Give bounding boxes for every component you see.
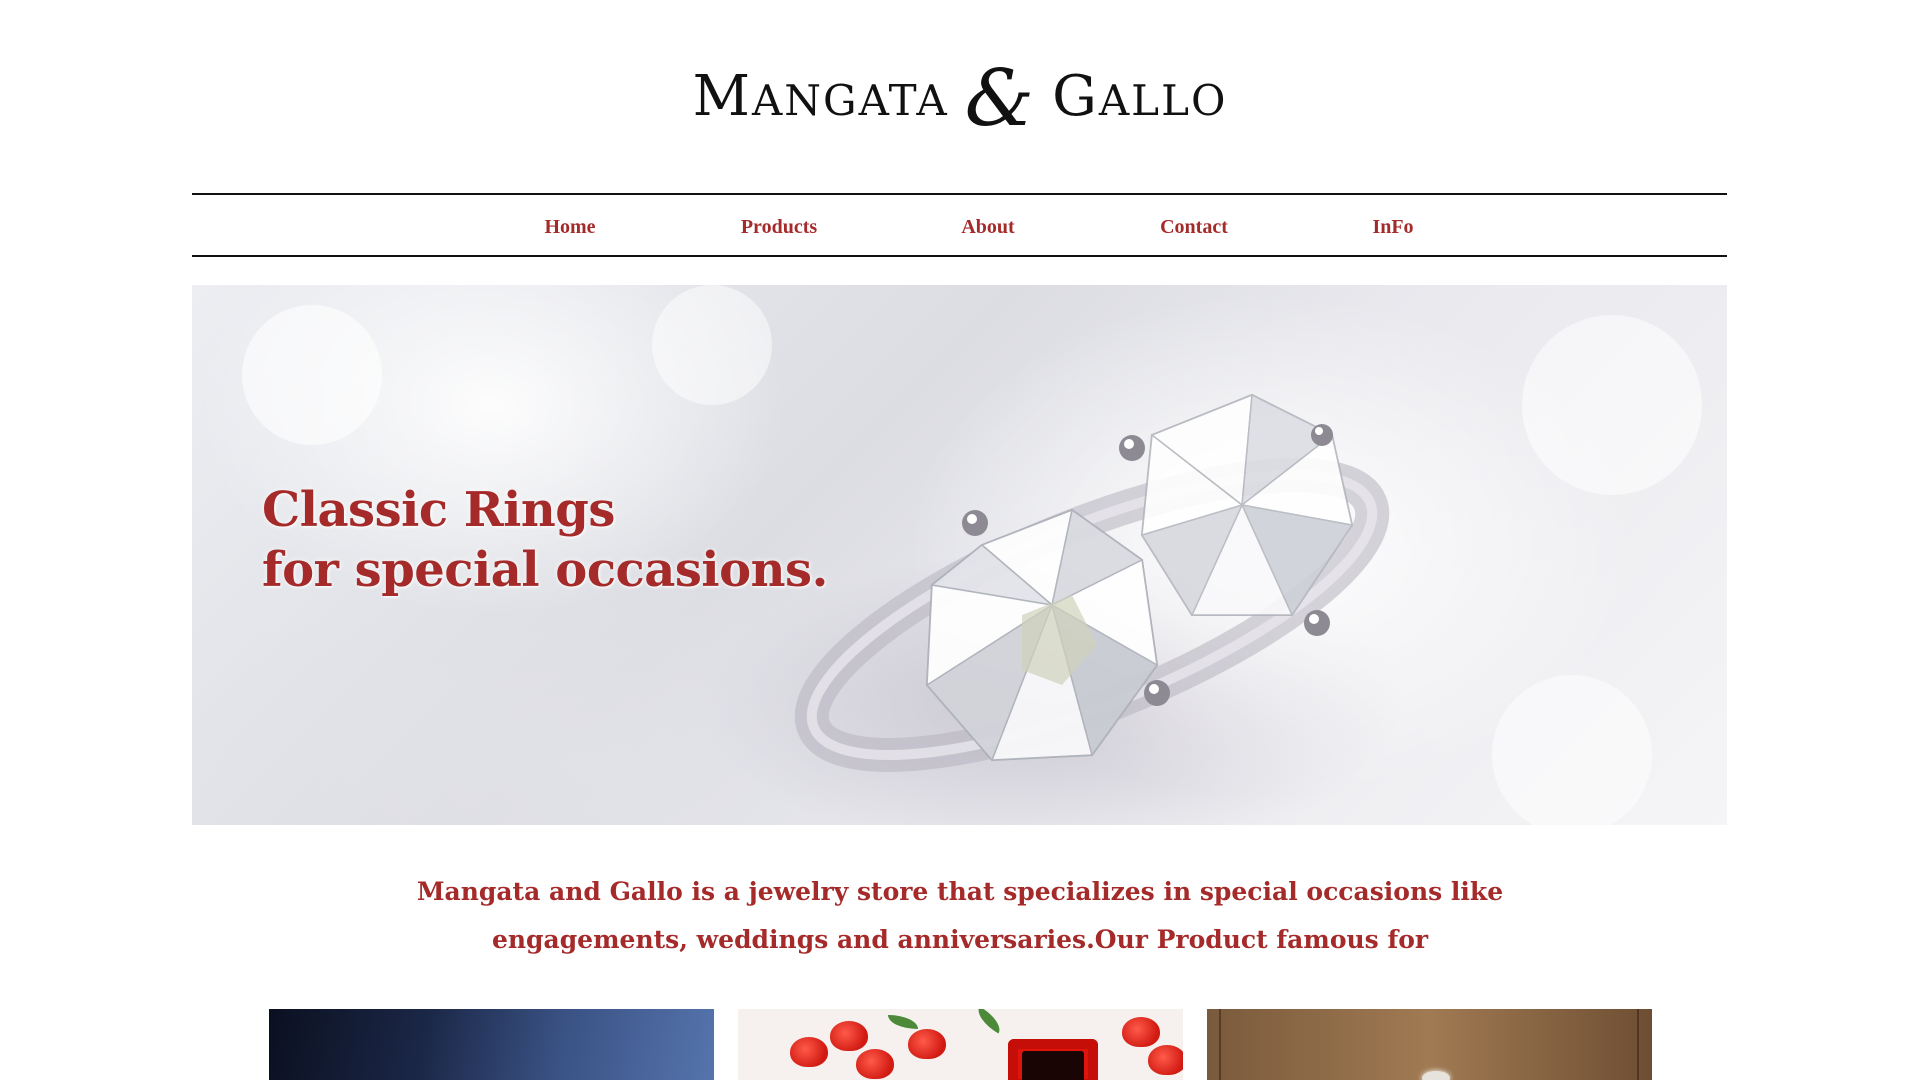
brand-second-initial: G (1052, 64, 1099, 129)
main-nav: Home Products About Contact InFo (192, 193, 1727, 257)
brand-second-rest: ALLO (1098, 76, 1228, 125)
ring-sparkle (1422, 1071, 1450, 1080)
intro-paragraph: Mangata and Gallo is a jewelry store tha… (416, 877, 1504, 954)
leaf-decoration (888, 1015, 918, 1029)
leaf-decoration (972, 1009, 1006, 1034)
nav-products-link[interactable]: Products (741, 216, 817, 239)
rose-decoration (908, 1029, 946, 1059)
brand-logo[interactable]: MANGATA & GALLO (0, 60, 1920, 138)
product-thumbnail-1[interactable] (269, 1009, 714, 1080)
hero-headline-line1: Classic Rings (262, 482, 615, 538)
product-thumbnail-2[interactable] (738, 1009, 1183, 1080)
rose-decoration (830, 1021, 868, 1051)
brand-ampersand: & (964, 54, 1037, 144)
rose-decoration (1148, 1045, 1183, 1075)
rose-decoration (790, 1037, 828, 1067)
rose-decoration (1122, 1017, 1160, 1047)
hero-banner: Classic Rings for special occasions. (192, 285, 1727, 825)
nav-info-link[interactable]: InFo (1372, 216, 1413, 239)
brand-first-initial: M (692, 64, 752, 129)
nav-home-link[interactable]: Home (544, 216, 595, 239)
hero-headline: Classic Rings for special occasions. (262, 480, 828, 600)
hero-headline-line2: for special occasions. (262, 542, 828, 598)
nav-contact-link[interactable]: Contact (1160, 216, 1228, 239)
product-thumbnail-3[interactable] (1207, 1009, 1652, 1080)
ring-box-image (1008, 1039, 1098, 1080)
nav-about-link[interactable]: About (961, 216, 1014, 239)
rose-decoration (856, 1049, 894, 1079)
brand-first-rest: ANGATA (751, 76, 949, 125)
